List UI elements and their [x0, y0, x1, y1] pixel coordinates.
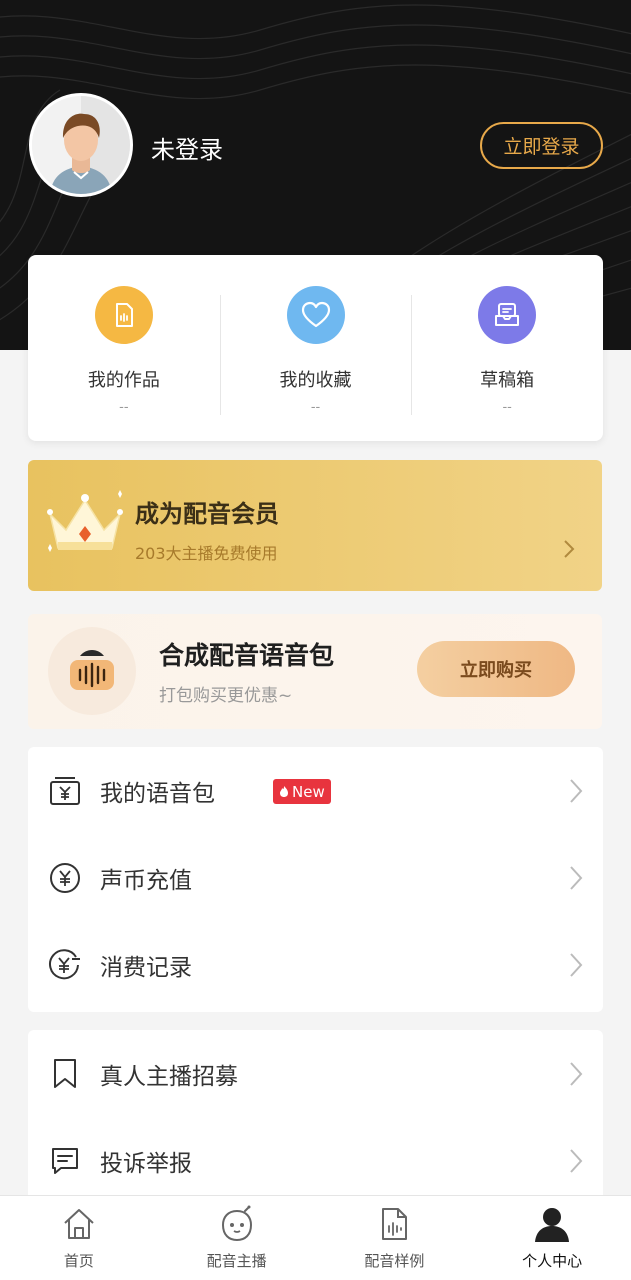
home-icon [61, 1205, 97, 1243]
bottom-tab-bar: 首页 配音主播 配音样例 个人中心 [0, 1195, 631, 1280]
menu-item-my-voice-pack[interactable]: 我的语音包 New [28, 747, 603, 834]
menu-group-other: 真人主播招募 投诉举报 [28, 1030, 603, 1205]
stat-count: -- [310, 400, 321, 415]
menu-item-anchor-recruit[interactable]: 真人主播招募 [28, 1030, 603, 1117]
stat-my-works[interactable]: 我的作品 -- [28, 255, 220, 441]
voice-pack-promo: 合成配音语音包 打包购买更优惠~ 立即购买 [28, 614, 602, 729]
tab-label: 首页 [63, 1252, 94, 1270]
buy-now-button[interactable]: 立即购买 [417, 641, 575, 697]
document-audio-icon [94, 286, 153, 344]
audio-file-icon [378, 1205, 410, 1243]
new-badge: New [273, 779, 331, 804]
crown-icon [47, 490, 123, 552]
menu-label: 真人主播招募 [100, 1063, 238, 1090]
chevron-right-icon [564, 540, 575, 558]
menu-label: 投诉举报 [100, 1150, 192, 1177]
vip-title: 成为配音会员 [135, 500, 279, 528]
spending-record-icon [48, 948, 82, 982]
stat-my-favorites[interactable]: 我的收藏 -- [219, 255, 412, 441]
tab-label: 配音主播 [206, 1252, 267, 1270]
chat-report-icon [48, 1144, 82, 1178]
stat-label: 我的收藏 [279, 370, 352, 391]
chevron-right-icon [570, 1061, 583, 1086]
voice-pack-icon [48, 774, 82, 808]
heart-icon [286, 286, 345, 344]
tab-label: 个人中心 [522, 1252, 583, 1270]
stats-card: 我的作品 -- 我的收藏 -- 草稿箱 -- [28, 255, 603, 441]
coin-icon [48, 861, 82, 895]
person-icon [533, 1205, 571, 1243]
stat-label: 草稿箱 [480, 370, 535, 391]
voice-pack-subtitle: 打包购买更优惠~ [159, 686, 293, 706]
menu-item-spending-record[interactable]: 消费记录 [28, 921, 603, 1008]
avatar[interactable] [29, 93, 133, 197]
vip-subtitle: 203大主播免费使用 [135, 544, 278, 563]
menu-group-account: 我的语音包 New 声币充值 消费记录 [28, 747, 603, 1012]
menu-item-report[interactable]: 投诉举报 [28, 1117, 603, 1204]
new-badge-label: New [292, 782, 325, 801]
stat-label: 我的作品 [87, 370, 160, 391]
flame-icon [280, 786, 288, 797]
tab-label: 配音样例 [364, 1252, 425, 1270]
tab-dubbing-anchor[interactable]: 配音主播 [158, 1196, 316, 1280]
chevron-right-icon [570, 778, 583, 803]
stat-drafts[interactable]: 草稿箱 -- [411, 255, 603, 441]
chevron-right-icon [570, 952, 583, 977]
menu-label: 声币充值 [100, 867, 192, 894]
tab-dubbing-samples[interactable]: 配音样例 [316, 1196, 474, 1280]
user-name: 未登录 [151, 136, 223, 164]
tab-personal-center[interactable]: 个人中心 [473, 1196, 631, 1280]
stat-count: -- [119, 400, 129, 415]
robot-face-icon [219, 1205, 255, 1243]
menu-label: 我的语音包 [100, 780, 215, 807]
menu-label: 消费记录 [100, 954, 192, 981]
login-button[interactable]: 立即登录 [480, 122, 603, 169]
menu-item-coin-recharge[interactable]: 声币充值 [28, 834, 603, 921]
chevron-right-icon [570, 865, 583, 890]
tab-home[interactable]: 首页 [0, 1196, 158, 1280]
stat-count: -- [502, 400, 512, 415]
bookmark-icon [48, 1057, 82, 1091]
inbox-icon [478, 286, 537, 344]
voice-pack-logo-icon [48, 627, 136, 715]
chevron-right-icon [570, 1148, 583, 1173]
voice-pack-title: 合成配音语音包 [159, 641, 335, 670]
vip-banner[interactable]: 成为配音会员 203大主播免费使用 [28, 460, 602, 591]
